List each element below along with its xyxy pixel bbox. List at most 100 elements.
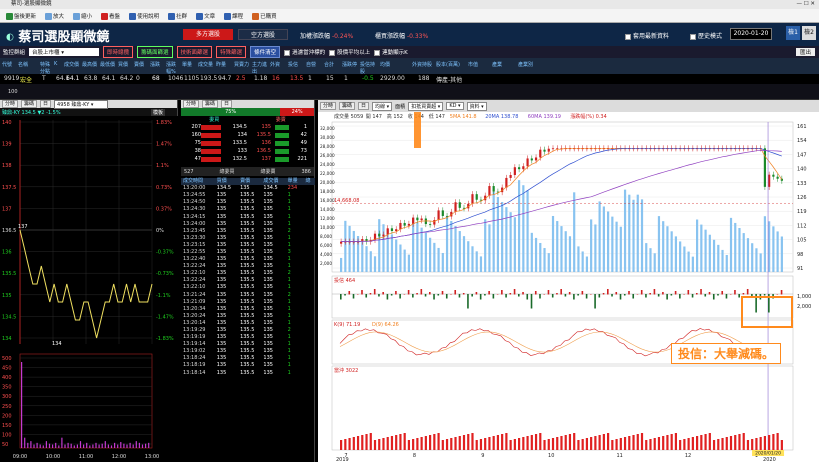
tick-row[interactable]: 13:19:02 135 135.5 135 1	[181, 348, 315, 355]
quote-header-cell[interactable]: 成交量	[198, 61, 214, 68]
book-row[interactable]: 47 132.5 137 221	[181, 155, 314, 163]
quote-header-cell[interactable]: 最低價	[100, 61, 116, 68]
quote-header-cell[interactable]: 投信持股	[360, 61, 376, 75]
tab-daily-2[interactable]: 日	[221, 100, 233, 108]
tab-intraday[interactable]: 分時	[2, 100, 19, 108]
tick-header-cell[interactable]: 賣價	[238, 178, 261, 185]
tick-header-cell[interactable]: 單量	[286, 178, 304, 185]
quote-header-cell[interactable]: 漲跌	[150, 61, 164, 68]
tab-chips[interactable]: 籌碼	[21, 100, 38, 108]
tab-daily-3[interactable]: 日	[358, 102, 370, 110]
linked-k-check[interactable]: 連動顯示K	[374, 48, 408, 56]
template-button[interactable]: 模板	[150, 108, 165, 116]
quote-header-cell[interactable]: 漲跌停	[342, 61, 358, 68]
quote-header-cell[interactable]: 昨量	[216, 61, 232, 68]
quote-header-cell[interactable]: 單量	[182, 61, 196, 68]
tick-row[interactable]: 13:19:29 135 135.5 135 2	[181, 327, 315, 334]
date-field[interactable]: 2020-01-20	[730, 28, 772, 40]
tick-header-cell[interactable]: 成交價	[261, 178, 285, 185]
window-controls[interactable]: — ☐ ✕	[796, 0, 815, 9]
toolbar-courses[interactable]: 課程	[222, 12, 245, 20]
tick-row[interactable]: 13:18:24 135 135.5 135 1	[181, 355, 315, 362]
kd-select[interactable]: KD ▾	[446, 102, 464, 110]
price-above-avg-check[interactable]: 股價平均以上	[329, 48, 370, 56]
tab-long-screen[interactable]: 多方選股	[183, 29, 233, 40]
tick-row[interactable]: 13:18:19 135 135.5 135 1	[181, 362, 315, 369]
quote-header-cell[interactable]: 股本(百萬)	[436, 61, 464, 68]
tick-row[interactable]: 13:22:24 135 135.5 135 1	[181, 277, 315, 284]
quote-header-cell[interactable]: 成交價	[64, 61, 80, 68]
quote-header-cell[interactable]: 市值	[468, 61, 488, 68]
quote-header-cell[interactable]: 漲跌幅%	[166, 61, 180, 75]
tick-row[interactable]: 13:24:00 135 135.5 135 1	[181, 221, 315, 228]
toolbar-community[interactable]: 社群	[166, 12, 189, 20]
book-row[interactable]: 207 134.5 135 1	[181, 123, 314, 131]
daytrade-filter-check[interactable]: 過濾當沖標的	[284, 48, 325, 56]
quote-header-cell[interactable]: 最高價	[82, 61, 98, 68]
tab-intraday-2[interactable]: 分時	[183, 100, 200, 108]
book-row[interactable]: 38 133 136.5 73	[181, 147, 314, 155]
toolbar-purchased[interactable]: 已購買	[250, 12, 279, 20]
realtime-overview-button[interactable]: 即時總攬	[103, 46, 134, 58]
tab-chips-2[interactable]: 籌碼	[202, 100, 219, 108]
group-select[interactable]: 台股上市櫃 ▾	[29, 48, 100, 56]
quote-table-row[interactable]: 9919 宏全 T 64.1 64.1 63.8 64.1 64.2 0 68 1046 1105 19…	[0, 74, 819, 84]
quote-header-cell[interactable]: 自營	[306, 61, 322, 68]
view-1-button[interactable]: 檢1	[786, 26, 800, 40]
quote-header-cell[interactable]: 賣價	[134, 61, 148, 68]
tab-daily[interactable]: 日	[40, 100, 52, 108]
tick-row[interactable]: 13:23:15 135 135.5 135 1	[181, 242, 315, 249]
tick-row[interactable]: 13:22:10 135 135.5 135 2	[181, 270, 315, 277]
data-select[interactable]: 資料 ▾	[466, 101, 487, 111]
quote-header-cell[interactable]: 投信	[288, 61, 304, 68]
tick-row[interactable]: 13:18:14 135 135.5 135 1	[181, 370, 315, 377]
quote-header-cell[interactable]: 買賣力	[234, 61, 250, 68]
tick-row[interactable]: 13:24:15 135 135.5 135 1	[181, 213, 315, 220]
tick-row[interactable]: 13:23:45 135 135.5 135 2	[181, 228, 315, 235]
quote-header-cell[interactable]: 外資	[270, 61, 286, 68]
tab-intraday-3[interactable]: 分時	[320, 102, 337, 110]
book-row[interactable]: 160 134 135.5 42	[181, 131, 314, 139]
tab-short-screen[interactable]: 空方選股	[238, 29, 288, 40]
indicator-select[interactable]: 扣抵買賣超 ▾	[408, 101, 444, 111]
toolbar-zoom-out[interactable]: 縮小	[71, 12, 94, 20]
quote-header-cell[interactable]: 買價	[118, 61, 132, 68]
toolbar-refresh[interactable]: 盤後更新	[4, 12, 38, 20]
ma-select[interactable]: 均線 ▾	[372, 101, 393, 111]
quote-header-cell[interactable]: 名稱	[18, 61, 38, 68]
quote-header-cell[interactable]: K	[54, 61, 62, 67]
toolbar-help[interactable]: 使用說明	[127, 12, 161, 20]
latest-data-toggle[interactable]: 套用最新資料	[625, 31, 669, 40]
toolbar-zoom-in[interactable]: 放大	[43, 12, 66, 20]
tick-row[interactable]: 13:19:14 135 135.5 135 1	[181, 341, 315, 348]
quote-header-cell[interactable]: 外資持股	[412, 61, 432, 68]
quote-header-cell[interactable]: 產業別	[518, 61, 540, 68]
tick-row[interactable]: 13:20:14 135 135.5 135 1	[181, 320, 315, 327]
tick-row[interactable]: 13:24:30 135 135.5 135 1	[181, 206, 315, 213]
quote-header-cell[interactable]: 特殊分點	[40, 61, 52, 75]
quote-header-cell[interactable]: 產業	[492, 61, 514, 68]
tab-chips-3[interactable]: 籌碼	[339, 102, 356, 110]
view-2-button[interactable]: 檢2	[802, 26, 816, 40]
book-row[interactable]: 75 133.5 136 49	[181, 139, 314, 147]
quote-header-cell[interactable]: 代號	[2, 61, 16, 68]
tick-row[interactable]: 13:22:40 135 135.5 135 1	[181, 256, 315, 263]
history-mode-toggle[interactable]: 歷史模式	[690, 31, 722, 40]
clear-conditions-button[interactable]: 條件清空	[250, 46, 281, 58]
tick-header-cell[interactable]: 總	[303, 178, 315, 185]
tick-header-cell[interactable]: 成交時間	[181, 178, 215, 185]
special-filter-button[interactable]: 特殊篩選	[216, 46, 247, 58]
tick-row[interactable]: 13:24:50 135 135.5 135 1	[181, 199, 315, 206]
tick-row[interactable]: 13:22:24 135 135.5 135 1	[181, 263, 315, 270]
tick-row[interactable]: 13:22:10 135 135.5 135 1	[181, 284, 315, 291]
quote-header-cell[interactable]: 合計	[324, 61, 340, 68]
tick-row[interactable]: 13:20:34 135 135.5 135 1	[181, 306, 315, 313]
quote-header-cell[interactable]: 均價	[380, 61, 408, 68]
chip-filter-button[interactable]: 籌碼面篩選	[137, 46, 173, 58]
export-button[interactable]: 匯出	[795, 48, 815, 56]
tick-row[interactable]: 13:21:09 135 135.5 135 1	[181, 299, 315, 306]
tick-row[interactable]: 13:24:55 135 135.5 135 1	[181, 192, 315, 199]
toolbar-watch[interactable]: 看盤	[99, 12, 122, 20]
tick-row[interactable]: 13:19:19 135 135.5 135 1	[181, 334, 315, 341]
tick-header-cell[interactable]: 買價	[215, 178, 238, 185]
